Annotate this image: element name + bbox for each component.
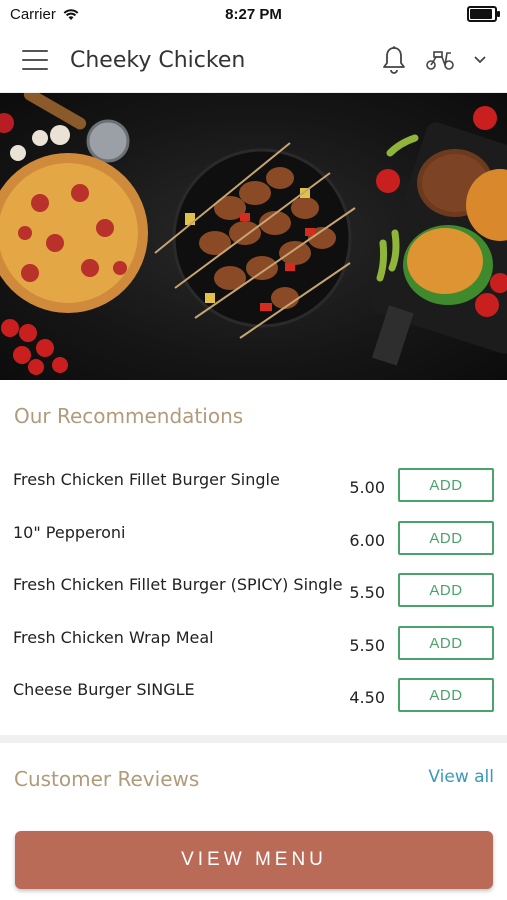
hero-food-banner	[0, 93, 507, 380]
rec-item-name: Fresh Chicken Fillet Burger (SPICY) Sing…	[13, 575, 343, 594]
rec-item: Fresh Chicken Wrap Meal 5.50 ADD	[0, 626, 507, 678]
recommendations-section: Our Recommendations Fresh Chicken Fillet…	[0, 380, 507, 735]
rec-item-name: Fresh Chicken Wrap Meal	[13, 628, 214, 647]
app-header: Cheeky Chicken	[0, 28, 507, 93]
app-title: Cheeky Chicken	[70, 47, 246, 73]
rec-item-price: 5.50	[349, 583, 385, 602]
add-button[interactable]: ADD	[398, 573, 494, 607]
rec-item-price: 4.50	[349, 688, 385, 707]
view-all-link[interactable]: View all	[428, 767, 494, 787]
rec-item: Fresh Chicken Fillet Burger (SPICY) Sing…	[0, 573, 507, 625]
reviews-section: Customer Reviews View all	[0, 743, 507, 823]
rec-item-price: 5.00	[349, 478, 385, 497]
status-time: 8:27 PM	[225, 5, 282, 23]
add-button[interactable]: ADD	[398, 626, 494, 660]
scooter-icon[interactable]	[425, 49, 455, 71]
recommendations-title: Our Recommendations	[14, 404, 244, 428]
header-actions	[381, 45, 487, 75]
hamburger-menu-icon[interactable]	[22, 50, 48, 70]
view-menu-button[interactable]: VIEW MENU	[15, 831, 493, 889]
rec-item: Cheese Burger SINGLE 4.50 ADD	[0, 678, 507, 730]
section-divider	[0, 735, 507, 743]
chevron-down-icon[interactable]	[473, 55, 487, 65]
add-button[interactable]: ADD	[398, 678, 494, 712]
food-illustration	[0, 93, 507, 375]
battery-icon	[467, 6, 500, 22]
status-bar: Carrier 8:27 PM	[0, 0, 507, 28]
rec-item-price: 6.00	[349, 531, 385, 550]
rec-item-name: 10" Pepperoni	[13, 523, 126, 542]
rec-item: 10" Pepperoni 6.00 ADD	[0, 521, 507, 573]
rec-item-price: 5.50	[349, 636, 385, 655]
bell-icon[interactable]	[381, 45, 407, 75]
rec-item-name: Fresh Chicken Fillet Burger Single	[13, 470, 280, 489]
add-button[interactable]: ADD	[398, 468, 494, 502]
reviews-title: Customer Reviews	[14, 767, 200, 791]
rec-item-name: Cheese Burger SINGLE	[13, 680, 195, 699]
rec-item: Fresh Chicken Fillet Burger Single 5.00 …	[0, 468, 507, 520]
add-button[interactable]: ADD	[398, 521, 494, 555]
